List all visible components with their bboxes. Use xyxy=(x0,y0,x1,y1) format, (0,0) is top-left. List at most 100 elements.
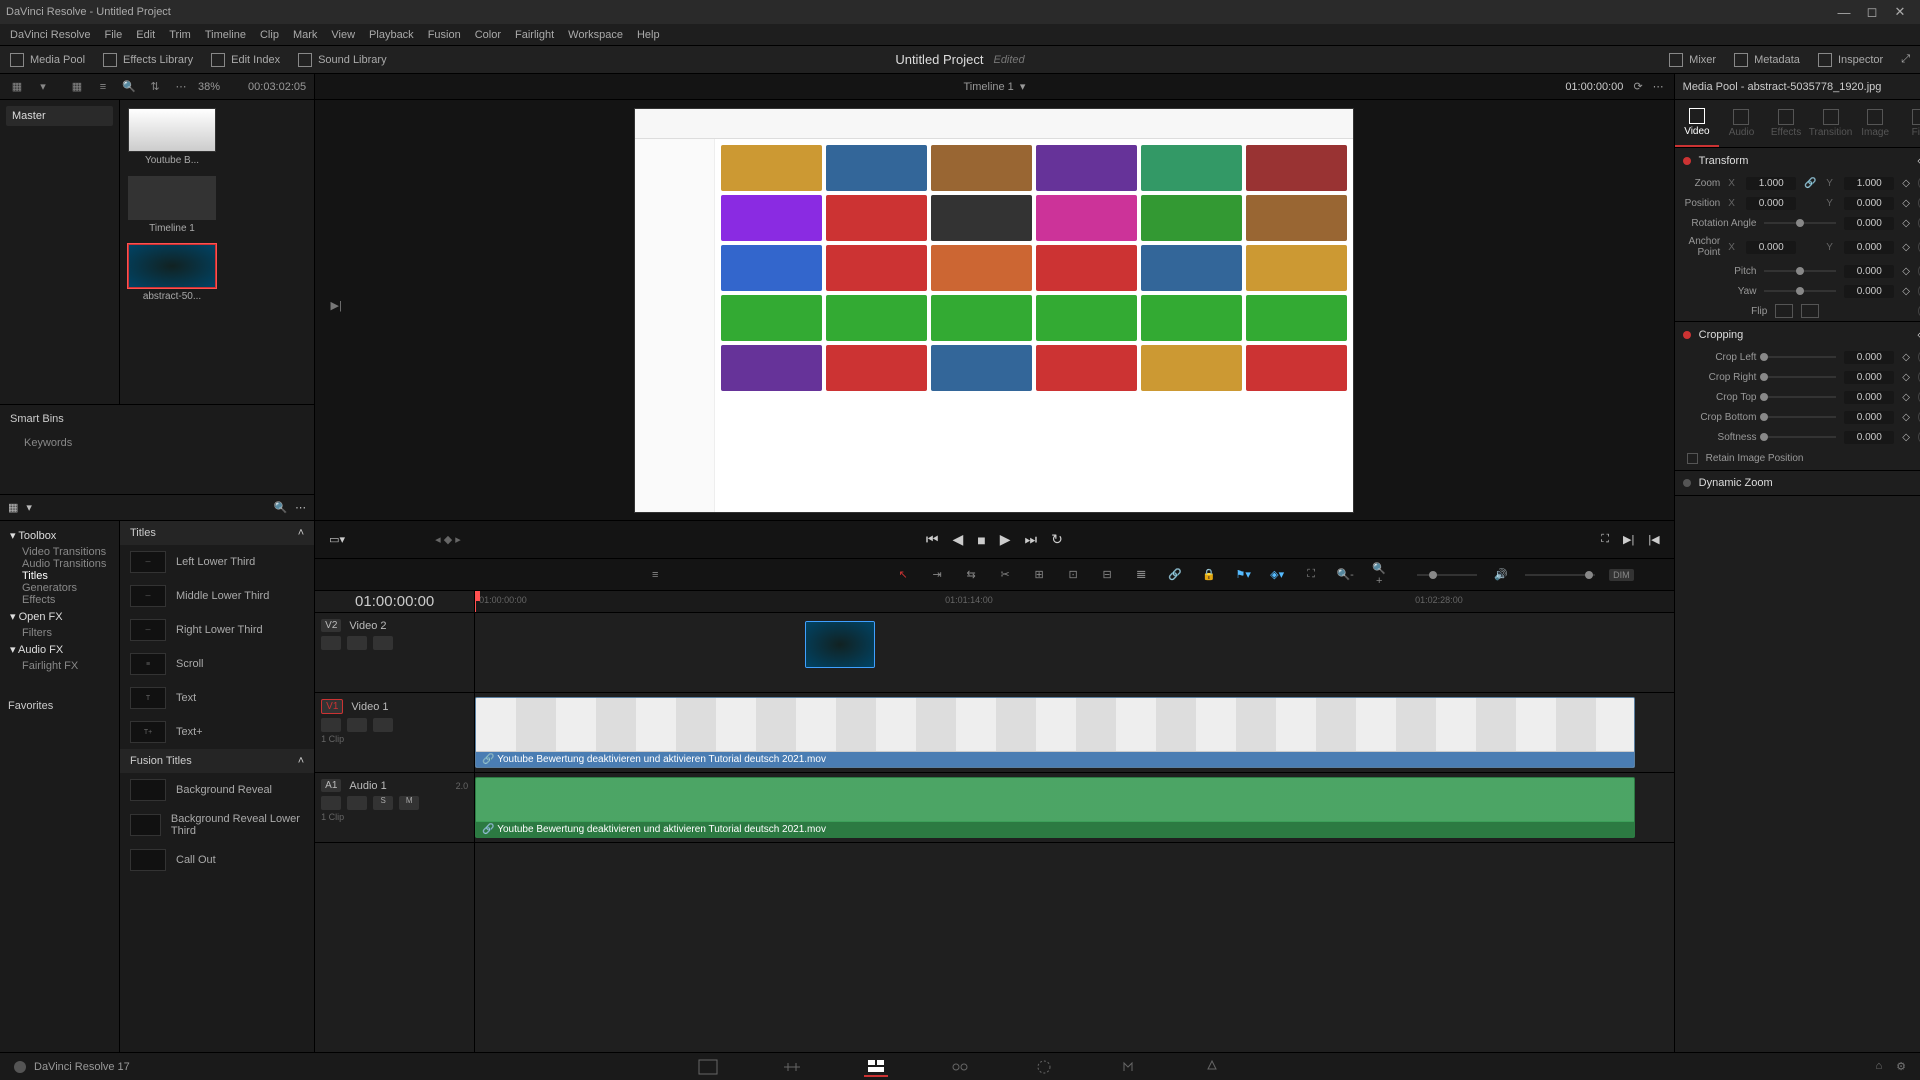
edit-page-button[interactable] xyxy=(864,1057,888,1077)
inspector-tab-transition[interactable]: Transition xyxy=(1808,100,1853,147)
chevron-down-icon[interactable]: ▾ xyxy=(34,78,52,96)
menu-item[interactable]: Mark xyxy=(293,29,317,41)
list-view-icon[interactable]: ≡ xyxy=(94,78,112,96)
effects-tree-item[interactable]: Audio Transitions xyxy=(4,558,115,570)
flag-icon[interactable]: ⚑▾ xyxy=(1233,568,1253,581)
record-timecode[interactable]: 01:00:00:00 xyxy=(1565,81,1623,93)
menu-item[interactable]: Fusion xyxy=(428,29,461,41)
stop-button[interactable]: ■ xyxy=(977,532,985,548)
go-start-icon[interactable]: |◀ xyxy=(1648,533,1659,546)
fairlight-page-button[interactable] xyxy=(1116,1057,1140,1077)
selection-tool[interactable]: ↖ xyxy=(893,568,913,581)
dim-button[interactable]: DIM xyxy=(1609,569,1634,581)
smart-bins-header[interactable]: Smart Bins xyxy=(10,413,304,425)
media-pool-toggle[interactable]: Media Pool xyxy=(10,53,85,67)
track-a1[interactable]: 🔗 Youtube Bewertung deaktivieren und akt… xyxy=(475,773,1674,843)
clip-audio[interactable]: 🔗 Youtube Bewertung deaktivieren und akt… xyxy=(475,777,1635,838)
crop-bottom-slider[interactable] xyxy=(1764,416,1836,418)
keyframe-icon[interactable]: ◇ xyxy=(1902,432,1910,443)
auto-select-icon[interactable] xyxy=(347,636,367,650)
zoom-y-field[interactable]: 1.000 xyxy=(1844,177,1894,190)
trim-tool[interactable]: ⇥ xyxy=(927,568,947,581)
retain-position-checkbox[interactable] xyxy=(1687,453,1698,464)
search-icon[interactable]: 🔍 xyxy=(120,78,138,96)
auto-select-icon[interactable] xyxy=(347,718,367,732)
effects-tree-item[interactable]: Filters xyxy=(4,627,115,639)
arm-icon[interactable] xyxy=(347,796,367,810)
sound-library-toggle[interactable]: Sound Library xyxy=(298,53,387,67)
keyframe-icon[interactable]: ◇ xyxy=(1902,242,1910,253)
options-icon[interactable]: ⋯ xyxy=(295,501,306,514)
track-tag-active[interactable]: V1 xyxy=(321,699,343,714)
zoom-out-icon[interactable]: 🔍- xyxy=(1335,568,1355,581)
menu-item[interactable]: Help xyxy=(637,29,660,41)
play-button[interactable]: ▶ xyxy=(1000,531,1011,548)
flip-h-button[interactable] xyxy=(1775,304,1793,318)
volume-slider[interactable] xyxy=(1525,574,1595,576)
transform-section-header[interactable]: Transform◇ xyxy=(1675,148,1920,173)
viewer-zoom-pct[interactable]: 38% xyxy=(198,81,220,93)
cut-page-button[interactable] xyxy=(780,1057,804,1077)
lock-icon[interactable] xyxy=(321,636,341,650)
next-clip-button[interactable]: ⏭ xyxy=(1025,531,1038,548)
keyframe-icon[interactable]: ◇ xyxy=(1902,266,1910,277)
keyframe-icon[interactable]: ◇ xyxy=(1902,412,1910,423)
anchor-x-field[interactable]: 0.000 xyxy=(1746,241,1796,254)
thumb-view-icon[interactable]: ▦ xyxy=(68,78,86,96)
link-toggle[interactable]: 🔗 xyxy=(1165,568,1185,581)
media-clip[interactable]: Youtube B... xyxy=(128,108,216,166)
menu-item[interactable]: View xyxy=(331,29,355,41)
options-icon[interactable]: ⋯ xyxy=(1653,80,1664,93)
inspector-tab-image[interactable]: Image xyxy=(1853,100,1898,147)
effects-tree-item-active[interactable]: Titles xyxy=(4,570,115,582)
prev-clip-button[interactable]: ⏮ xyxy=(926,531,939,548)
menu-item[interactable]: Workspace xyxy=(568,29,623,41)
close-button[interactable]: ✕ xyxy=(1886,4,1914,20)
title-preset[interactable]: ─Left Lower Third xyxy=(120,545,314,579)
nav-arrows[interactable]: ◂ ◆ ▸ xyxy=(435,533,461,546)
audiofx-group[interactable]: ▾ Audio FX xyxy=(4,639,115,660)
link-icon[interactable]: 🔗 xyxy=(1804,178,1818,189)
anchor-y-field[interactable]: 0.000 xyxy=(1844,241,1894,254)
timeline-ruler[interactable]: 01:00:00:00 01:01:14:00 01:02:28:00 xyxy=(475,591,1674,613)
dynamic-trim-tool[interactable]: ⇆ xyxy=(961,568,981,581)
mute-button[interactable]: M xyxy=(399,796,419,810)
collapse-icon[interactable]: ˄ xyxy=(298,527,304,539)
metadata-toggle[interactable]: Metadata xyxy=(1734,53,1800,67)
track-tag[interactable]: V2 xyxy=(321,619,341,632)
flip-v-button[interactable] xyxy=(1801,304,1819,318)
fusion-titles-section-header[interactable]: Fusion Titles˄ xyxy=(120,749,314,773)
inspector-tab-file[interactable]: File xyxy=(1897,100,1920,147)
timeline-view-options[interactable]: ≡ xyxy=(645,569,665,581)
fusion-title-preset[interactable]: Background Reveal Lower Third xyxy=(120,807,314,843)
softness-slider[interactable] xyxy=(1764,436,1836,438)
effects-library-toggle[interactable]: Effects Library xyxy=(103,53,193,67)
smart-bin-item[interactable]: Keywords xyxy=(10,433,304,453)
zoom-rect-icon[interactable]: ⛶ xyxy=(1301,568,1321,581)
effects-tree-item[interactable]: Effects xyxy=(4,594,115,606)
overwrite-tool[interactable]: ⊡ xyxy=(1063,568,1083,581)
sort-icon[interactable]: ⇅ xyxy=(146,78,164,96)
menu-item[interactable]: File xyxy=(105,29,123,41)
clip-video[interactable]: 🔗 Youtube Bewertung deaktivieren und akt… xyxy=(475,697,1635,768)
title-preset[interactable]: ─Right Lower Third xyxy=(120,613,314,647)
menu-item[interactable]: Clip xyxy=(260,29,279,41)
fusion-page-button[interactable] xyxy=(948,1057,972,1077)
keyframe-icon[interactable]: ◇ xyxy=(1902,178,1910,189)
track-name[interactable]: Video 2 xyxy=(349,620,386,632)
project-settings-button[interactable]: ⚙ xyxy=(1896,1060,1906,1073)
crop-top-field[interactable]: 0.000 xyxy=(1844,391,1894,404)
softness-field[interactable]: 0.000 xyxy=(1844,431,1894,444)
snapping-toggle[interactable]: 𝌆 xyxy=(1131,568,1151,581)
chevron-down-icon[interactable]: ▾ xyxy=(1020,80,1026,93)
playhead[interactable] xyxy=(475,591,476,612)
menu-item[interactable]: Timeline xyxy=(205,29,246,41)
zoom-slider[interactable] xyxy=(1417,574,1477,576)
dynamic-zoom-section-header[interactable]: Dynamic Zoom xyxy=(1675,471,1920,495)
track-name[interactable]: Video 1 xyxy=(351,701,388,713)
track-name[interactable]: Audio 1 xyxy=(349,780,386,792)
keyframe-icon[interactable]: ◇ xyxy=(1902,372,1910,383)
track-v1[interactable]: 🔗 Youtube Bewertung deaktivieren und akt… xyxy=(475,693,1674,773)
inspector-tab-video[interactable]: Video xyxy=(1675,100,1720,147)
crop-top-slider[interactable] xyxy=(1764,396,1836,398)
